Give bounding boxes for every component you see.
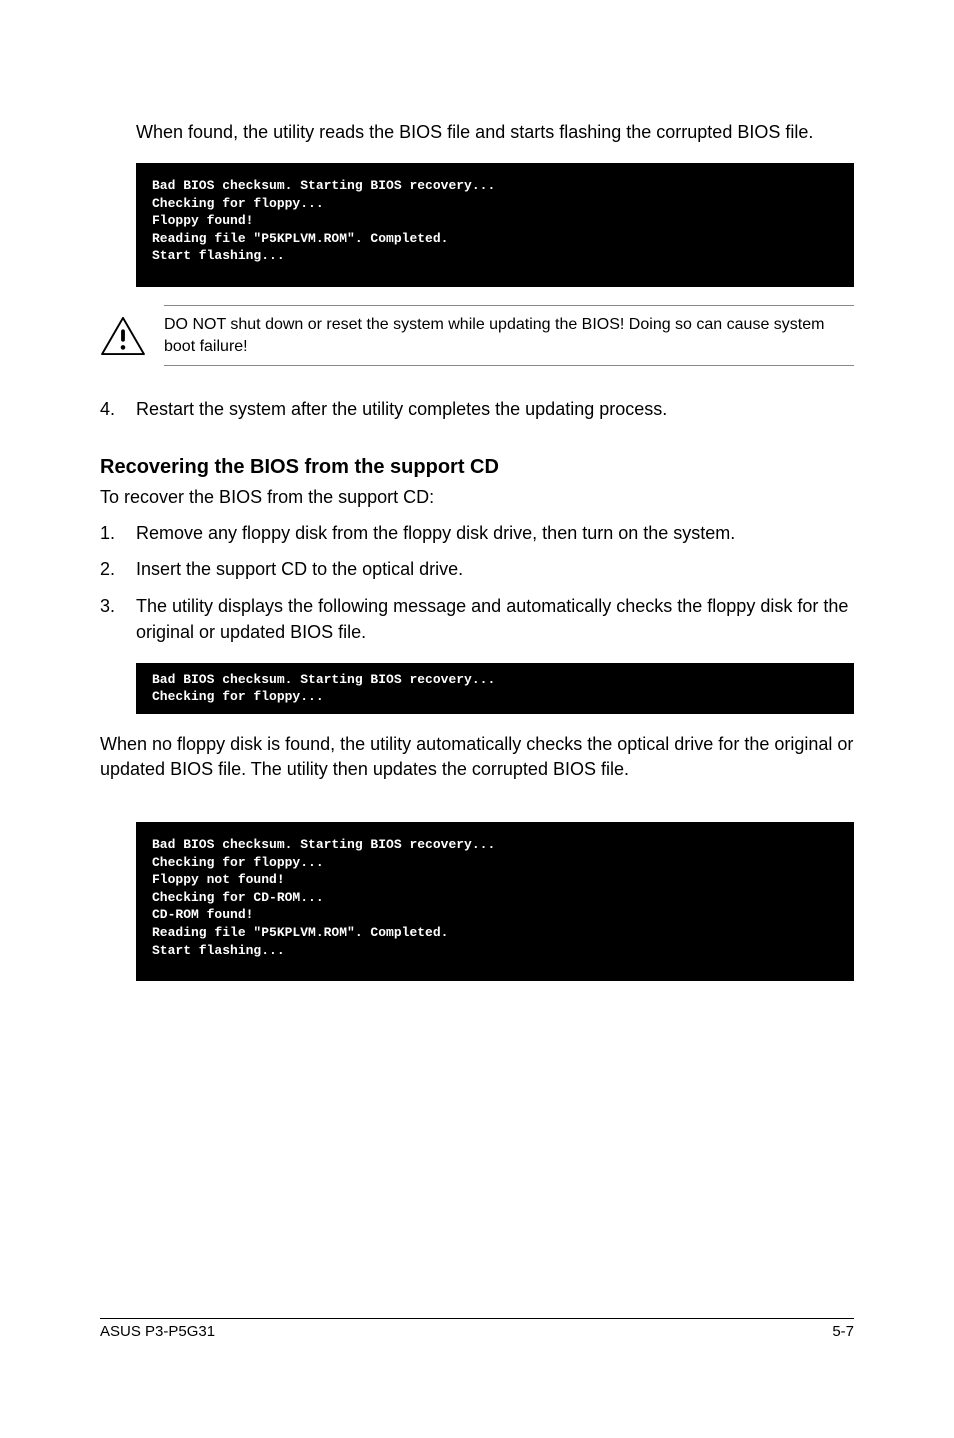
step-3-number: 3. (100, 593, 136, 645)
step-3-text: The utility displays the following messa… (136, 593, 854, 645)
page-container: When found, the utility reads the BIOS f… (0, 0, 954, 1380)
terminal-output-2: Bad BIOS checksum. Starting BIOS recover… (136, 663, 854, 714)
terminal-output-1: Bad BIOS checksum. Starting BIOS recover… (136, 163, 854, 287)
section-heading: Recovering the BIOS from the support CD (100, 456, 854, 479)
section-intro: To recover the BIOS from the support CD: (100, 485, 854, 510)
mid-paragraph: When no floppy disk is found, the utilit… (100, 732, 854, 782)
warning-icon (100, 316, 146, 356)
warning-callout: DO NOT shut down or reset the system whi… (100, 305, 854, 366)
intro-paragraph: When found, the utility reads the BIOS f… (100, 120, 854, 145)
step-4-number: 4. (100, 396, 136, 422)
step-1-text: Remove any floppy disk from the floppy d… (136, 520, 854, 546)
step-2-text: Insert the support CD to the optical dri… (136, 556, 854, 582)
terminal-output-3: Bad BIOS checksum. Starting BIOS recover… (136, 822, 854, 981)
step-1-number: 1. (100, 520, 136, 546)
footer-page-number: 5-7 (832, 1323, 854, 1340)
step-4: 4. Restart the system after the utility … (100, 396, 854, 422)
step-4-text: Restart the system after the utility com… (136, 396, 854, 422)
footer-product: ASUS P3-P5G31 (100, 1323, 215, 1340)
warning-text: DO NOT shut down or reset the system whi… (164, 306, 854, 365)
step-2: 2. Insert the support CD to the optical … (100, 556, 854, 582)
warning-rule-box: DO NOT shut down or reset the system whi… (164, 305, 854, 366)
step-3: 3. The utility displays the following me… (100, 593, 854, 645)
page-footer: ASUS P3-P5G31 5-7 (100, 1318, 854, 1340)
step-2-number: 2. (100, 556, 136, 582)
step-1: 1. Remove any floppy disk from the flopp… (100, 520, 854, 546)
